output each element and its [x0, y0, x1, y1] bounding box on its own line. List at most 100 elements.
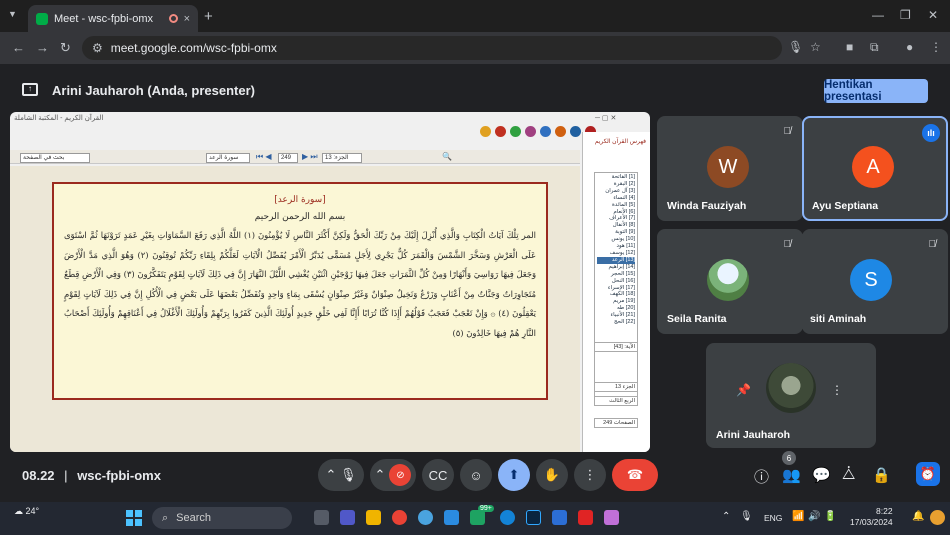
chrome-icon[interactable] [392, 510, 407, 525]
participant-tile-seila[interactable]: 🎙̸ Seila Ranita [657, 229, 803, 334]
youtube-icon[interactable] [578, 510, 593, 525]
list-item[interactable]: [4] النساء [597, 195, 635, 202]
page-field[interactable]: الصفحات 249 [594, 418, 638, 428]
juz-select[interactable]: الجزء: 13 [322, 153, 362, 163]
photoshop-icon[interactable] [526, 510, 541, 525]
shared-window-title: القرآن الكريم - المكتبة الشاملة [14, 115, 104, 122]
taskbar-clock[interactable]: 8:22 17/03/2024 [850, 506, 893, 528]
notifications-icon[interactable]: 🔔 [912, 511, 924, 522]
app-icon-mail[interactable] [444, 510, 459, 525]
more-options-button[interactable]: ⋮ [574, 459, 606, 491]
list-item[interactable]: [12] يوسف [597, 250, 635, 257]
app-icon-store[interactable] [552, 510, 567, 525]
raise-hand-button[interactable]: ✋ [536, 459, 568, 491]
participant-tile-winda[interactable]: 🎙̸ W Winda Fauziyah [657, 116, 803, 221]
list-item[interactable]: [5] المائدة [597, 202, 635, 209]
activities-icon[interactable]: ⧊ [842, 466, 855, 483]
site-settings-icon[interactable]: ⚙ [92, 41, 103, 55]
close-window-icon[interactable]: ✕ [928, 8, 938, 22]
list-item[interactable]: [8] الأنفال [597, 222, 635, 229]
list-item[interactable]: [3] آل عمران [597, 188, 635, 195]
profile-extension-icon[interactable]: ■ [846, 40, 853, 54]
participant-tile-arini[interactable]: 📌 ⋮ Arini Jauharoh [706, 343, 876, 448]
list-item[interactable]: [16] النحل [597, 278, 635, 285]
list-item[interactable]: [1] الفاتحة [597, 174, 635, 181]
list-item[interactable]: [14] إبراهيم [597, 264, 635, 271]
forward-icon[interactable]: → [36, 40, 49, 55]
quran-search-icon[interactable]: 🔍 [442, 152, 452, 161]
present-now-button[interactable]: ⬆ [498, 459, 530, 491]
bookmark-star-icon[interactable]: ☆ [810, 40, 821, 54]
pin-icon[interactable]: 📌 [736, 383, 751, 397]
browser-menu-icon[interactable]: ⋮ [930, 40, 942, 54]
page-next-icon[interactable]: ▶ ⏭ [302, 152, 318, 162]
list-item[interactable]: [9] التوبة [597, 229, 635, 236]
file-explorer-icon[interactable] [366, 510, 381, 525]
ayah-field[interactable]: الآية: [43] [594, 342, 638, 352]
quran-text-box: [سورة الرعد] بسم الله الرحمن الرحيم المر… [52, 182, 548, 400]
more-options-icon[interactable]: ⋮ [831, 383, 843, 397]
list-item[interactable]: [22] الحج [597, 319, 635, 326]
minimize-icon[interactable]: — [872, 8, 884, 22]
leave-call-button[interactable]: ☎ [612, 459, 658, 491]
browser-tab-meet[interactable]: Meet - wsc-fpbi-omx × [28, 5, 198, 32]
wifi-icon[interactable]: 📶 [792, 511, 804, 522]
list-item[interactable]: [11] هود [597, 243, 636, 250]
meeting-details-icon[interactable]: ⓘ [754, 466, 769, 487]
juz-field[interactable]: الجزء 13 [594, 382, 638, 392]
microphone-button[interactable]: ⌃ 🎙 [318, 459, 364, 491]
page-number-input[interactable]: 249 [278, 153, 298, 163]
recording-indicator-icon [168, 14, 178, 23]
profile-avatar-icon[interactable]: ● [906, 40, 913, 54]
presenter-label: Arini Jauharoh (Anda, presenter) [52, 83, 255, 98]
weather-widget[interactable]: ☁ 24° [14, 506, 39, 517]
avatar: A [852, 146, 894, 188]
host-controls-icon[interactable]: 🔒 [872, 466, 891, 484]
microphone-permission-icon[interactable]: 🎙 [788, 40, 803, 54]
surah-list[interactable]: [1] الفاتحة [2] البقرة [3] آل عمران [4] الن… [594, 172, 638, 402]
whatsapp-icon[interactable] [470, 510, 485, 525]
list-item[interactable]: [18] الكهف [597, 291, 635, 298]
app-icon-paint[interactable] [604, 510, 619, 525]
people-icon[interactable]: 👥 [782, 466, 801, 484]
list-item[interactable]: [10] يونس [597, 236, 635, 243]
shared-screen: القرآن الكريم - المكتبة الشاملة ─ ▢ ✕ بح… [10, 112, 650, 452]
edge-icon[interactable] [500, 510, 515, 525]
battery-icon[interactable]: 🔋 [824, 511, 836, 522]
list-item[interactable]: [13] الرعد [597, 256, 635, 264]
teams-icon[interactable] [340, 510, 355, 525]
list-item[interactable]: [15] الحجر [597, 271, 635, 278]
copilot-icon[interactable] [930, 510, 945, 525]
timer-icon[interactable]: ⏰ [916, 462, 940, 486]
page-search-input[interactable]: بحث في الصفحة [20, 153, 90, 163]
taskbar-search-box[interactable]: ⌕ Search [152, 507, 292, 529]
hizb-field[interactable]: الربع الثالث [594, 396, 638, 406]
reload-icon[interactable]: ↻ [60, 40, 71, 56]
restore-icon[interactable]: ❐ [900, 8, 911, 22]
list-item[interactable]: [19] مريم [597, 298, 635, 305]
list-item[interactable]: [2] البقرة [597, 181, 635, 188]
list-item[interactable]: [21] الأنبياء [597, 312, 636, 319]
address-bar[interactable]: ⚙ meet.google.com/wsc-fpbi-omx [82, 36, 782, 60]
app-icon-blue[interactable] [418, 510, 433, 525]
chat-icon[interactable]: 💬 [812, 466, 831, 484]
start-button[interactable] [126, 510, 142, 526]
new-tab-button[interactable]: + [204, 8, 213, 25]
extensions-icon[interactable]: ⧉ [870, 40, 879, 55]
volume-icon[interactable]: 🔊 [808, 511, 820, 522]
surah-select[interactable]: سورة الرعد [206, 153, 250, 163]
emoji-reactions-button[interactable]: ☺ [460, 459, 492, 491]
language-indicator[interactable]: ENG [764, 513, 782, 523]
surah-heading: [سورة الرعد] [274, 195, 326, 205]
participant-tile-ayu[interactable]: ılı A Ayu Septiana [802, 116, 948, 221]
page-navigation-icon[interactable]: ⏮ ◀ [256, 152, 272, 162]
captions-button[interactable]: CC [422, 459, 454, 491]
tab-search-icon[interactable]: ▼ [8, 9, 17, 19]
camera-button[interactable]: ⌃ ⊘ [370, 459, 416, 491]
participant-tile-siti[interactable]: 🎙̸ S siti Aminah [802, 229, 948, 334]
back-icon[interactable]: ← [12, 40, 25, 55]
tray-expand-icon[interactable]: ⌃ [722, 511, 730, 522]
tab-close-icon[interactable]: × [184, 13, 190, 25]
task-view-icon[interactable] [314, 510, 329, 525]
stop-presenting-button[interactable]: Hentikan presentasi [824, 79, 928, 103]
